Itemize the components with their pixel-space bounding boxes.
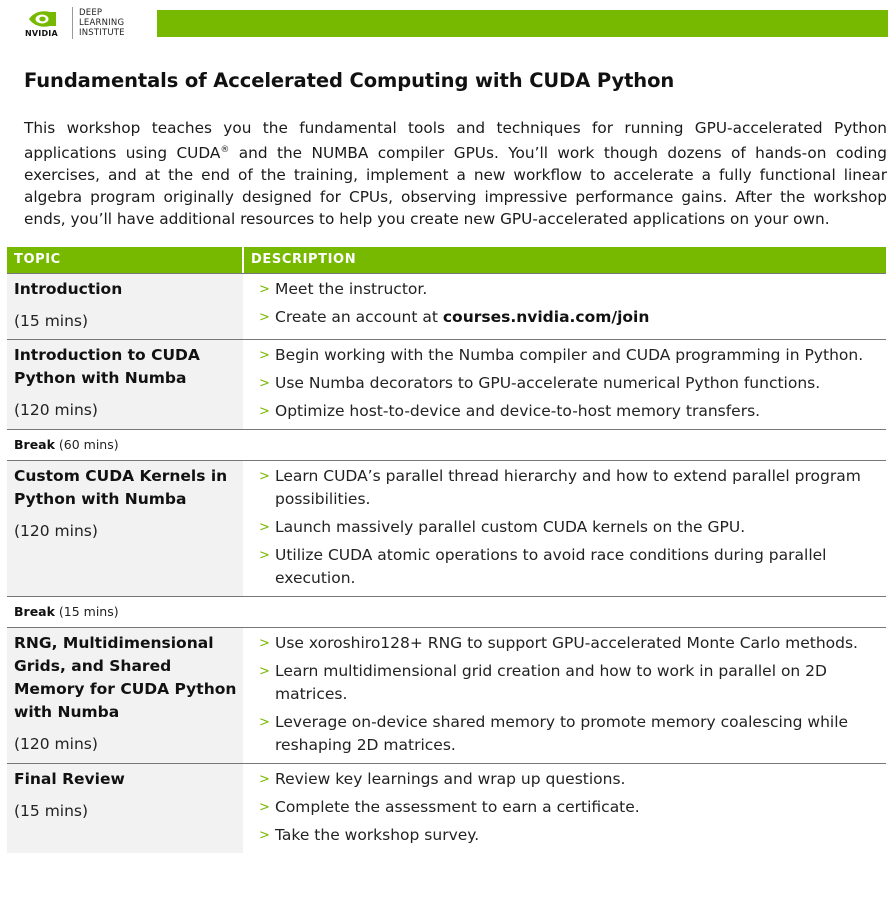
nvidia-wordmark: NVIDIA [25, 29, 58, 38]
topic-cell: Introduction to CUDA Python with Numba (… [7, 340, 243, 429]
topic-header: TOPIC [7, 247, 242, 273]
list-item: > Optimize host-to-device and device-to-h… [259, 400, 880, 423]
registered-mark: ® [220, 145, 230, 155]
topic-duration: (15 mins) [14, 312, 89, 330]
list-item: > Launch massively parallel custom CUDA k… [259, 516, 880, 539]
signup-link[interactable]: courses.nvidia.com/join [443, 308, 650, 326]
description-cell: > Begin working with the Numba compiler a… [243, 340, 886, 429]
list-item: > Use xoroshiro128+ RNG to support GPU-ac… [259, 632, 880, 655]
intro-paragraph: This workshop teaches you the fundamenta… [24, 117, 887, 230]
list-item: > Utilize CUDA atomic operations to avoid… [259, 546, 827, 587]
bullet-arrow-icon: > [259, 282, 270, 297]
bullet-arrow-icon: > [259, 548, 270, 563]
header-green-bar [157, 10, 888, 37]
topic-duration: (120 mins) [14, 401, 98, 419]
description-list: > Use xoroshiro128+ RNG to support GPU-ac… [259, 632, 880, 757]
topic-duration: (120 mins) [14, 735, 98, 753]
description-cell: > Use xoroshiro128+ RNG to support GPU-ac… [243, 628, 886, 763]
list-item: > Review key learnings and wrap up questi… [259, 768, 880, 791]
bullet-arrow-icon: > [259, 828, 270, 843]
bullet-arrow-icon: > [259, 348, 270, 363]
table-row: Custom CUDA Kernels in Python with Numba… [7, 460, 886, 596]
topic-cell: Custom CUDA Kernels in Python with Numba… [7, 461, 243, 596]
list-item: > Use Numba decorators to GPU-accelerate … [259, 372, 880, 395]
logo-divider [72, 7, 73, 39]
bullet-arrow-icon: > [259, 636, 270, 651]
topic-name: Introduction to CUDA Python with Numba [14, 346, 200, 387]
topic-cell: Final Review (15 mins) [7, 764, 243, 853]
page-title: Fundamentals of Accelerated Computing wi… [24, 69, 675, 92]
topic-name: RNG, Multidimensional Grids, and Shared … [14, 634, 237, 721]
description-list: > Review key learnings and wrap up questi… [259, 768, 880, 847]
bullet-arrow-icon: > [259, 310, 270, 325]
list-item: > Meet the instructor. [259, 278, 880, 301]
bullet-arrow-icon: > [259, 376, 270, 391]
dli-wordmark: DEEP LEARNING INSTITUTE [79, 8, 125, 38]
table-row: Final Review (15 mins) > Review key learn… [7, 763, 886, 853]
table-row: RNG, Multidimensional Grids, and Shared … [7, 627, 886, 763]
bullet-arrow-icon: > [259, 772, 270, 787]
dli-line: INSTITUTE [79, 28, 125, 38]
dli-line: DEEP [79, 8, 103, 18]
topic-duration: (15 mins) [14, 802, 89, 820]
bullet-arrow-icon: > [259, 520, 270, 535]
break-duration: (15 mins) [58, 604, 119, 619]
break-label: Break [14, 604, 55, 619]
bullet-arrow-icon: > [259, 469, 270, 484]
topic-name: Custom CUDA Kernels in Python with Numba [14, 467, 228, 508]
topic-cell: RNG, Multidimensional Grids, and Shared … [7, 628, 243, 763]
nvidia-eye-icon [29, 11, 56, 27]
table-header: TOPIC DESCRIPTION [7, 247, 886, 273]
description-cell: > Learn CUDA’s parallel thread hierarchy … [243, 461, 886, 596]
nvidia-logo: NVIDIA [22, 9, 66, 39]
bullet-arrow-icon: > [259, 404, 270, 419]
list-item: > Begin working with the Numba compiler a… [259, 344, 880, 367]
topic-cell: Introduction (15 mins) [7, 274, 243, 339]
bullet-arrow-icon: > [259, 664, 270, 679]
list-item: > Complete the assessment to earn a certi… [259, 796, 880, 819]
description-list: > Begin working with the Numba compiler a… [259, 344, 880, 423]
description-header: DESCRIPTION [244, 247, 886, 273]
break-label: Break [14, 437, 55, 452]
bullet-arrow-icon: > [259, 715, 270, 730]
dli-line: LEARNING [79, 18, 125, 28]
list-item: > Create an account at courses.nvidia.com… [259, 306, 880, 329]
description-cell: > Review key learnings and wrap up questi… [243, 764, 886, 853]
break-row: Break (60 mins) [7, 429, 886, 460]
list-item: > Learn CUDA’s parallel thread hierarchy … [259, 467, 861, 508]
topic-duration: (120 mins) [14, 522, 98, 540]
list-item: > Learn multidimensional grid creation an… [259, 662, 827, 703]
topic-name: Introduction [14, 280, 123, 298]
table-row: Introduction to CUDA Python with Numba (… [7, 339, 886, 429]
break-duration: (60 mins) [58, 437, 119, 452]
topic-name: Final Review [14, 770, 125, 788]
description-list: > Meet the instructor. > Create an account… [259, 278, 880, 329]
list-item: > Leverage on-device shared memory to pro… [259, 713, 849, 754]
agenda-table: TOPIC DESCRIPTION Introduction (15 mins)… [7, 247, 886, 853]
header: NVIDIA DEEP LEARNING INSTITUTE [0, 0, 888, 46]
table-row: Introduction (15 mins) > Meet the instruc… [7, 273, 886, 339]
description-cell: > Meet the instructor. > Create an account… [243, 274, 886, 339]
list-item: > Take the workshop survey. [259, 824, 880, 847]
break-row: Break (15 mins) [7, 596, 886, 627]
bullet-arrow-icon: > [259, 800, 270, 815]
description-list: > Learn CUDA’s parallel thread hierarchy … [259, 465, 880, 590]
